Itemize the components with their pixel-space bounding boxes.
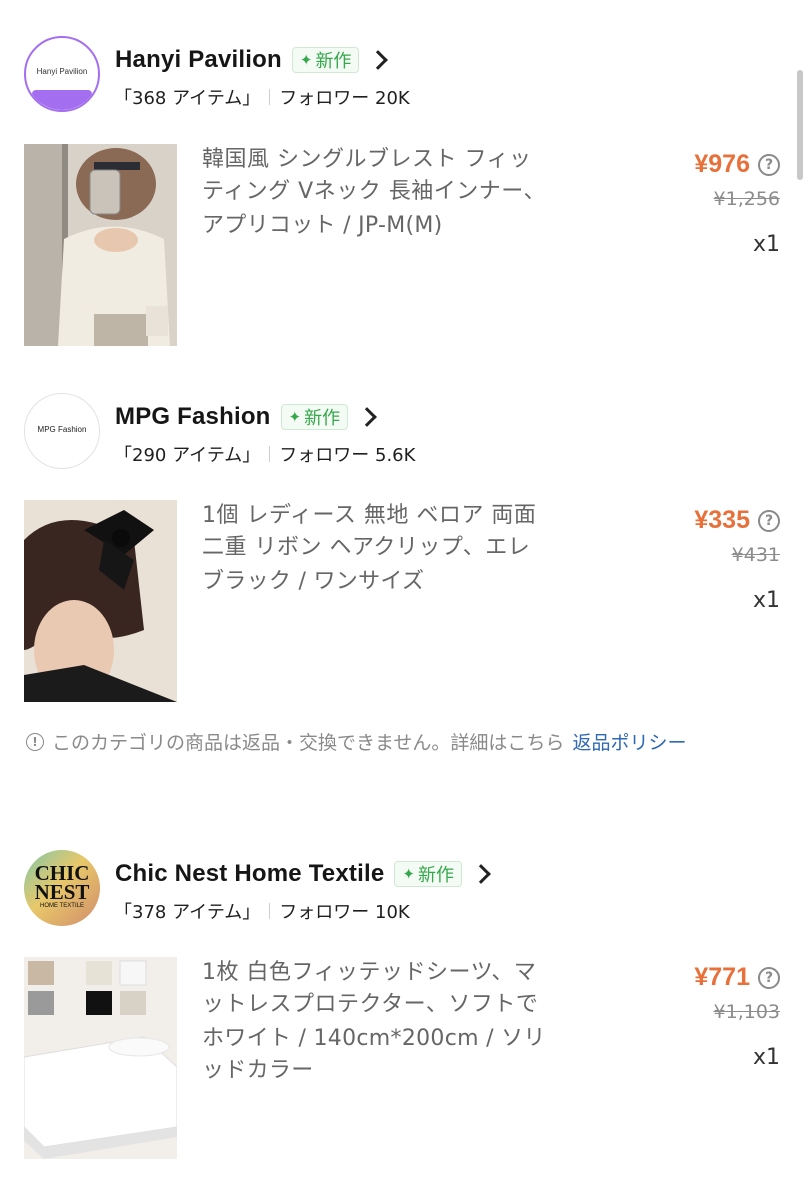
store-logo-text: NEST — [34, 880, 90, 904]
return-policy-link[interactable]: 返品ポリシー — [572, 728, 686, 755]
store-logo[interactable]: Hanyi Pavilion — [24, 36, 100, 112]
exclamation-circle-icon: ! — [26, 732, 44, 751]
new-badge: ✦ 新作 — [291, 47, 360, 73]
return-policy-notice: ! このカテゴリの商品は返品・交換できません。詳細はこちら 返品ポリシー — [26, 728, 686, 755]
store-logo-text: MPG Fashion — [37, 425, 87, 434]
store-name[interactable]: Chic Nest Home Textile — [115, 860, 384, 888]
store-name[interactable]: Hanyi Pavilion — [115, 46, 282, 74]
store-logo[interactable]: CHIC NEST HOME TEXTILE — [24, 850, 100, 926]
product-image[interactable] — [24, 500, 177, 702]
new-badge: ✦ 新作 — [394, 861, 462, 887]
divider — [269, 903, 271, 919]
product-quantity: x1 — [752, 232, 780, 257]
store-logo-band — [32, 90, 92, 110]
product-quantity: x1 — [752, 1045, 780, 1070]
product-title[interactable]: 韓国風 シングルブレスト フィッティング Vネック 長袖インナー、 — [202, 144, 552, 208]
question-circle-icon[interactable]: ? — [758, 153, 780, 176]
follower-count: フォロワー 20K — [279, 88, 410, 109]
sparkle-icon: ✦ — [299, 51, 313, 69]
product-image[interactable] — [24, 957, 177, 1159]
product-row[interactable]: 1枚 白色フィッテッドシーツ、マットレスプロテクター、ソフトで ホワイト / 1… — [24, 957, 784, 1161]
product-quantity: x1 — [752, 588, 780, 613]
store-logo-mark: CHIC NEST HOME TEXTILE — [32, 863, 92, 910]
product-price: ¥335 — [694, 506, 750, 534]
product-title[interactable]: 1個 レディース 無地 ベロア 両面二重 リボン ヘアクリップ、エレ — [202, 500, 552, 564]
product-variant[interactable]: アプリコット / JP-M(M) — [202, 210, 562, 242]
store-header-mpg-fashion[interactable]: MPG Fashion MPG Fashion ✦ 新作 「290 アイテム」 … — [24, 393, 764, 473]
product-price: ¥976 — [694, 150, 750, 178]
store-stats: 「368 アイテム」 フォロワー 20K — [114, 84, 410, 110]
store-name[interactable]: MPG Fashion — [115, 403, 271, 431]
store-header-chic-nest[interactable]: CHIC NEST HOME TEXTILE Chic Nest Home Te… — [24, 850, 764, 930]
product-variant[interactable]: ブラック / ワンサイズ — [202, 566, 562, 598]
chevron-right-icon[interactable] — [357, 407, 378, 427]
new-badge-label: 新作 — [315, 51, 352, 72]
notice-text: このカテゴリの商品は返品・交換できません。詳細はこちら — [52, 732, 565, 754]
product-row[interactable]: 1個 レディース 無地 ベロア 両面二重 リボン ヘアクリップ、エレ ブラック … — [24, 500, 784, 704]
item-count: 「368 アイテム」 — [114, 88, 261, 109]
question-circle-icon[interactable]: ? — [758, 966, 780, 989]
sparkle-icon: ✦ — [402, 865, 415, 883]
store-logo[interactable]: MPG Fashion — [24, 393, 100, 469]
chevron-right-icon[interactable] — [368, 50, 389, 70]
question-circle-icon[interactable]: ? — [758, 509, 780, 532]
sparkle-icon: ✦ — [288, 408, 302, 426]
store-stats: 「290 アイテム」 フォロワー 5.6K — [114, 441, 415, 467]
product-variant[interactable]: ホワイト / 140cm*200cm / ソリッドカラー — [202, 1023, 562, 1087]
scrollbar[interactable] — [797, 70, 803, 180]
original-price: ¥1,256 — [713, 188, 780, 210]
store-logo-text: Hanyi Pavilion — [36, 67, 88, 76]
new-badge-label: 新作 — [417, 865, 454, 886]
item-count: 「378 アイテム」 — [114, 902, 261, 923]
chevron-right-icon[interactable] — [471, 864, 491, 884]
product-image[interactable] — [24, 144, 177, 346]
new-badge: ✦ 新作 — [280, 404, 349, 430]
divider — [269, 89, 271, 105]
product-price: ¥771 — [694, 963, 750, 991]
product-title[interactable]: 1枚 白色フィッテッドシーツ、マットレスプロテクター、ソフトで — [202, 957, 552, 1021]
new-badge-label: 新作 — [304, 408, 341, 429]
original-price: ¥431 — [731, 544, 780, 566]
store-stats: 「378 アイテム」 フォロワー 10K — [114, 898, 410, 924]
store-logo-subtext: HOME TEXTILE — [40, 903, 84, 909]
follower-count: フォロワー 10K — [279, 902, 410, 923]
item-count: 「290 アイテム」 — [114, 445, 261, 466]
follower-count: フォロワー 5.6K — [279, 445, 416, 466]
divider — [269, 446, 271, 462]
store-header-hanyi-pavilion[interactable]: Hanyi Pavilion Hanyi Pavilion ✦ 新作 「368 … — [24, 36, 764, 116]
original-price: ¥1,103 — [713, 1001, 780, 1023]
product-row[interactable]: 韓国風 シングルブレスト フィッティング Vネック 長袖インナー、 アプリコット… — [24, 144, 784, 348]
